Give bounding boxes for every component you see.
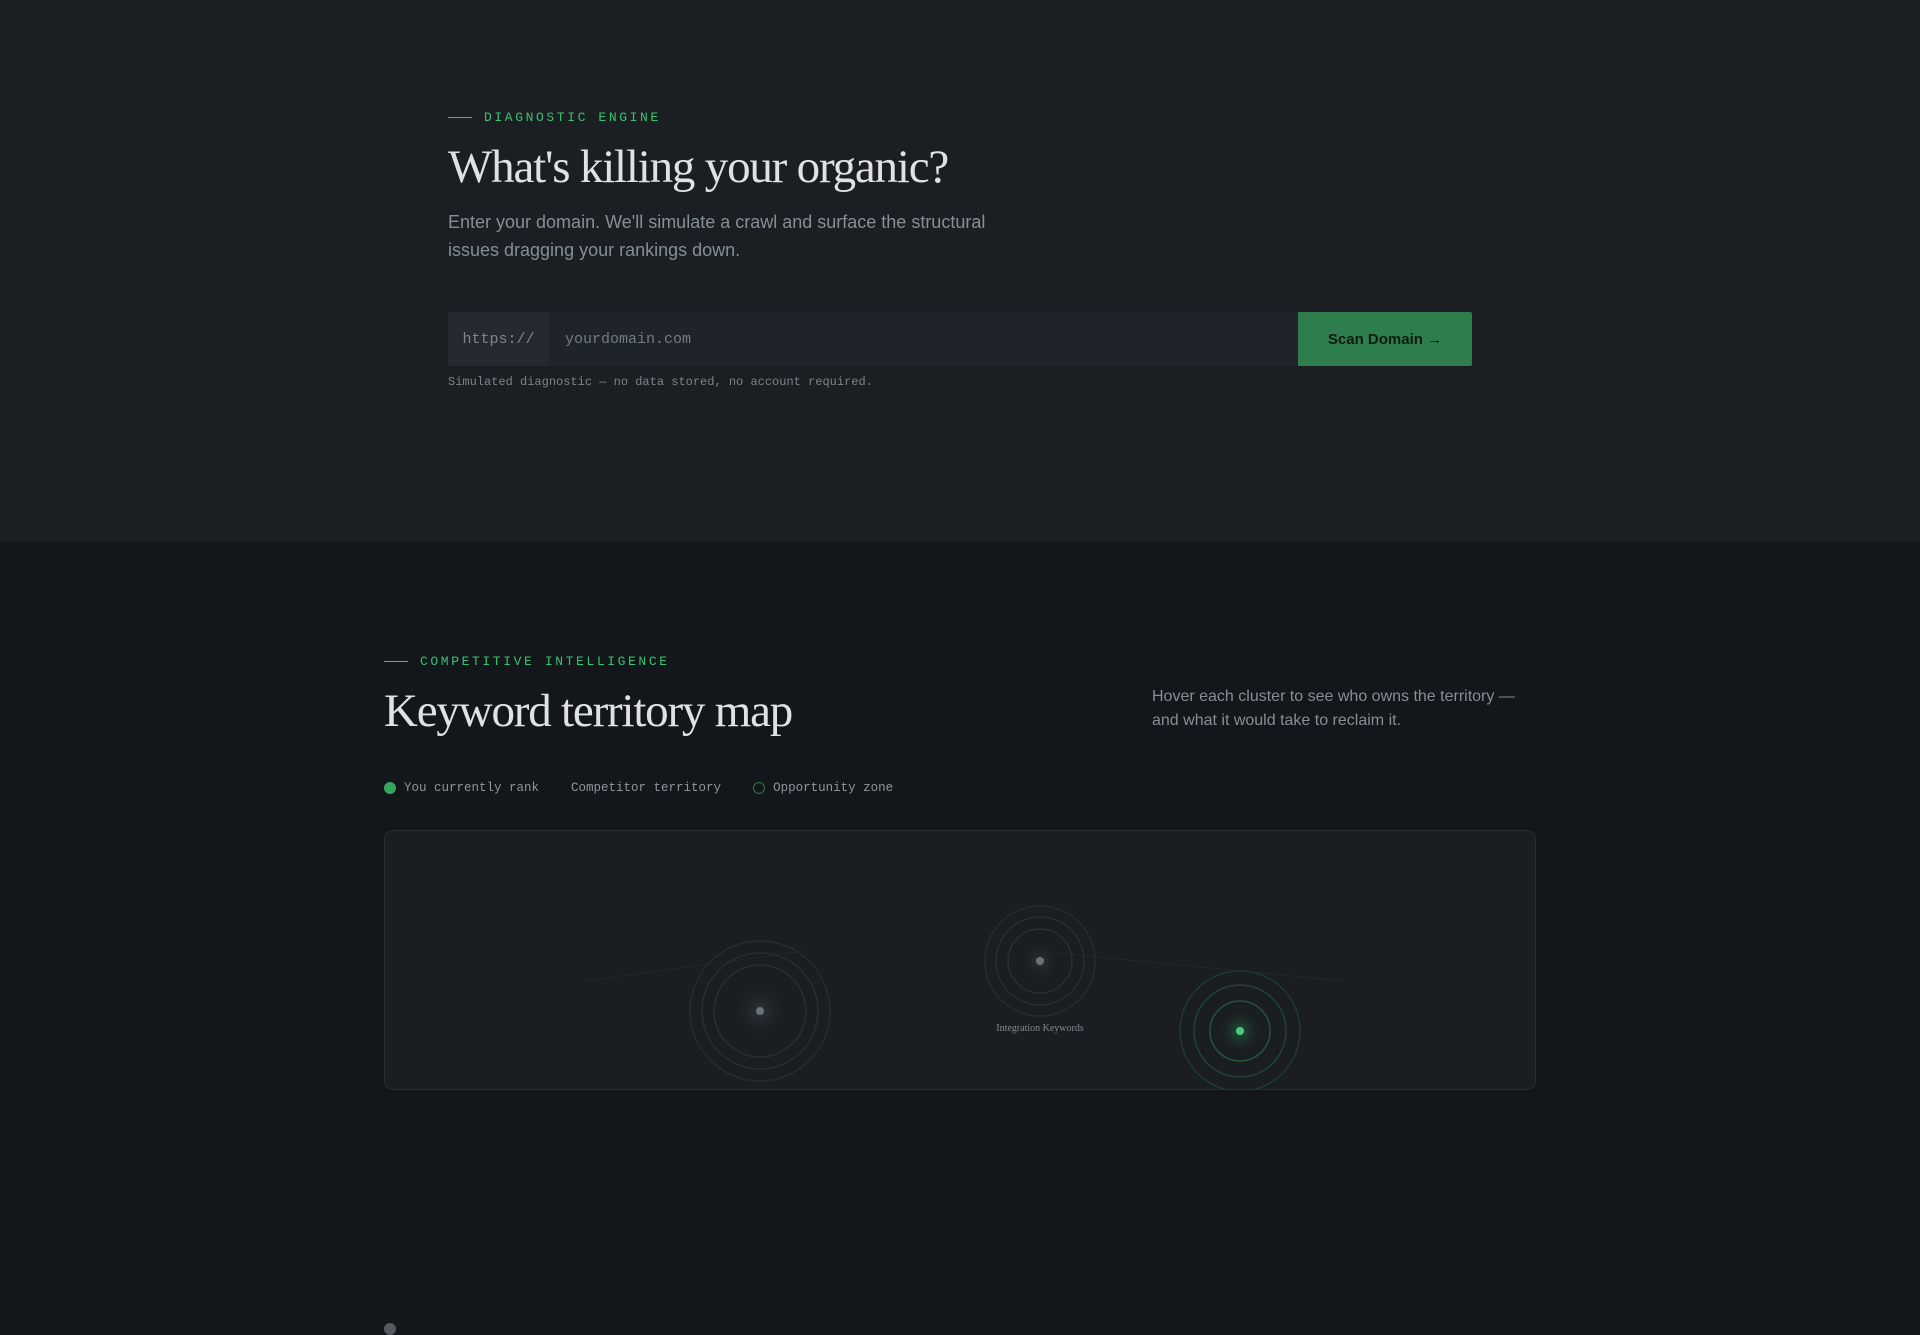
- diagnostic-eyebrow: DIAGNOSTIC ENGINE: [448, 110, 661, 125]
- diagnostic-section: DIAGNOSTIC ENGINE What's killing your or…: [0, 0, 1920, 542]
- eyebrow-rule: [448, 117, 472, 118]
- competitive-eyebrow: COMPETITIVE INTELLIGENCE: [384, 654, 670, 669]
- cluster-core-dot: [1036, 957, 1044, 965]
- legend-item-rank: You currently rank: [384, 781, 539, 795]
- territory-map-title: Keyword territory map: [384, 685, 793, 737]
- keyword-cluster[interactable]: [689, 940, 831, 1082]
- scan-domain-form: https:// Scan Domain →: [448, 312, 1472, 366]
- legend-label: You currently rank: [404, 781, 540, 795]
- keyword-cluster[interactable]: Integration Keywords: [984, 905, 1096, 1034]
- cluster-label: Integration Keywords: [996, 1023, 1084, 1034]
- competitive-section: COMPETITIVE INTELLIGENCE Keyword territo…: [0, 542, 1920, 1335]
- legend-label: Opportunity zone: [773, 781, 894, 795]
- scan-domain-button[interactable]: Scan Domain →: [1298, 312, 1472, 366]
- legend-item-opportunity: Opportunity zone: [753, 781, 893, 795]
- keyword-cluster[interactable]: [1179, 970, 1301, 1090]
- keyword-territory-map: Integration Keywords: [384, 830, 1536, 1090]
- diagnostic-eyebrow-label: DIAGNOSTIC ENGINE: [484, 110, 661, 125]
- diagnostic-title: What's killing your organic?: [448, 141, 949, 193]
- territory-map-canvas: Integration Keywords: [584, 905, 1346, 1090]
- competitive-eyebrow-label: COMPETITIVE INTELLIGENCE: [420, 654, 670, 669]
- legend-label: Competitor territory: [571, 781, 722, 795]
- opportunity-ring-icon: [753, 782, 766, 794]
- cluster-core-dot: [1236, 1027, 1244, 1035]
- diagnostic-description: Enter your domain. We'll simulate a craw…: [448, 212, 986, 260]
- rank-dot-icon: [384, 782, 396, 794]
- cluster-core-dot: [756, 1007, 764, 1015]
- url-prefix: https://: [448, 312, 549, 366]
- eyebrow-rule: [384, 661, 408, 662]
- competitor-dot-icon: [384, 1323, 396, 1335]
- domain-input[interactable]: [549, 312, 1298, 366]
- territory-map-hint: Hover each cluster to see who owns the t…: [1152, 688, 1515, 729]
- disclaimer-text: Simulated diagnostic — no data stored, n…: [448, 375, 873, 389]
- legend-item-competitor: Competitor territory: [384, 781, 722, 1335]
- territory-legend: You currently rank Competitor territory …: [384, 781, 893, 1335]
